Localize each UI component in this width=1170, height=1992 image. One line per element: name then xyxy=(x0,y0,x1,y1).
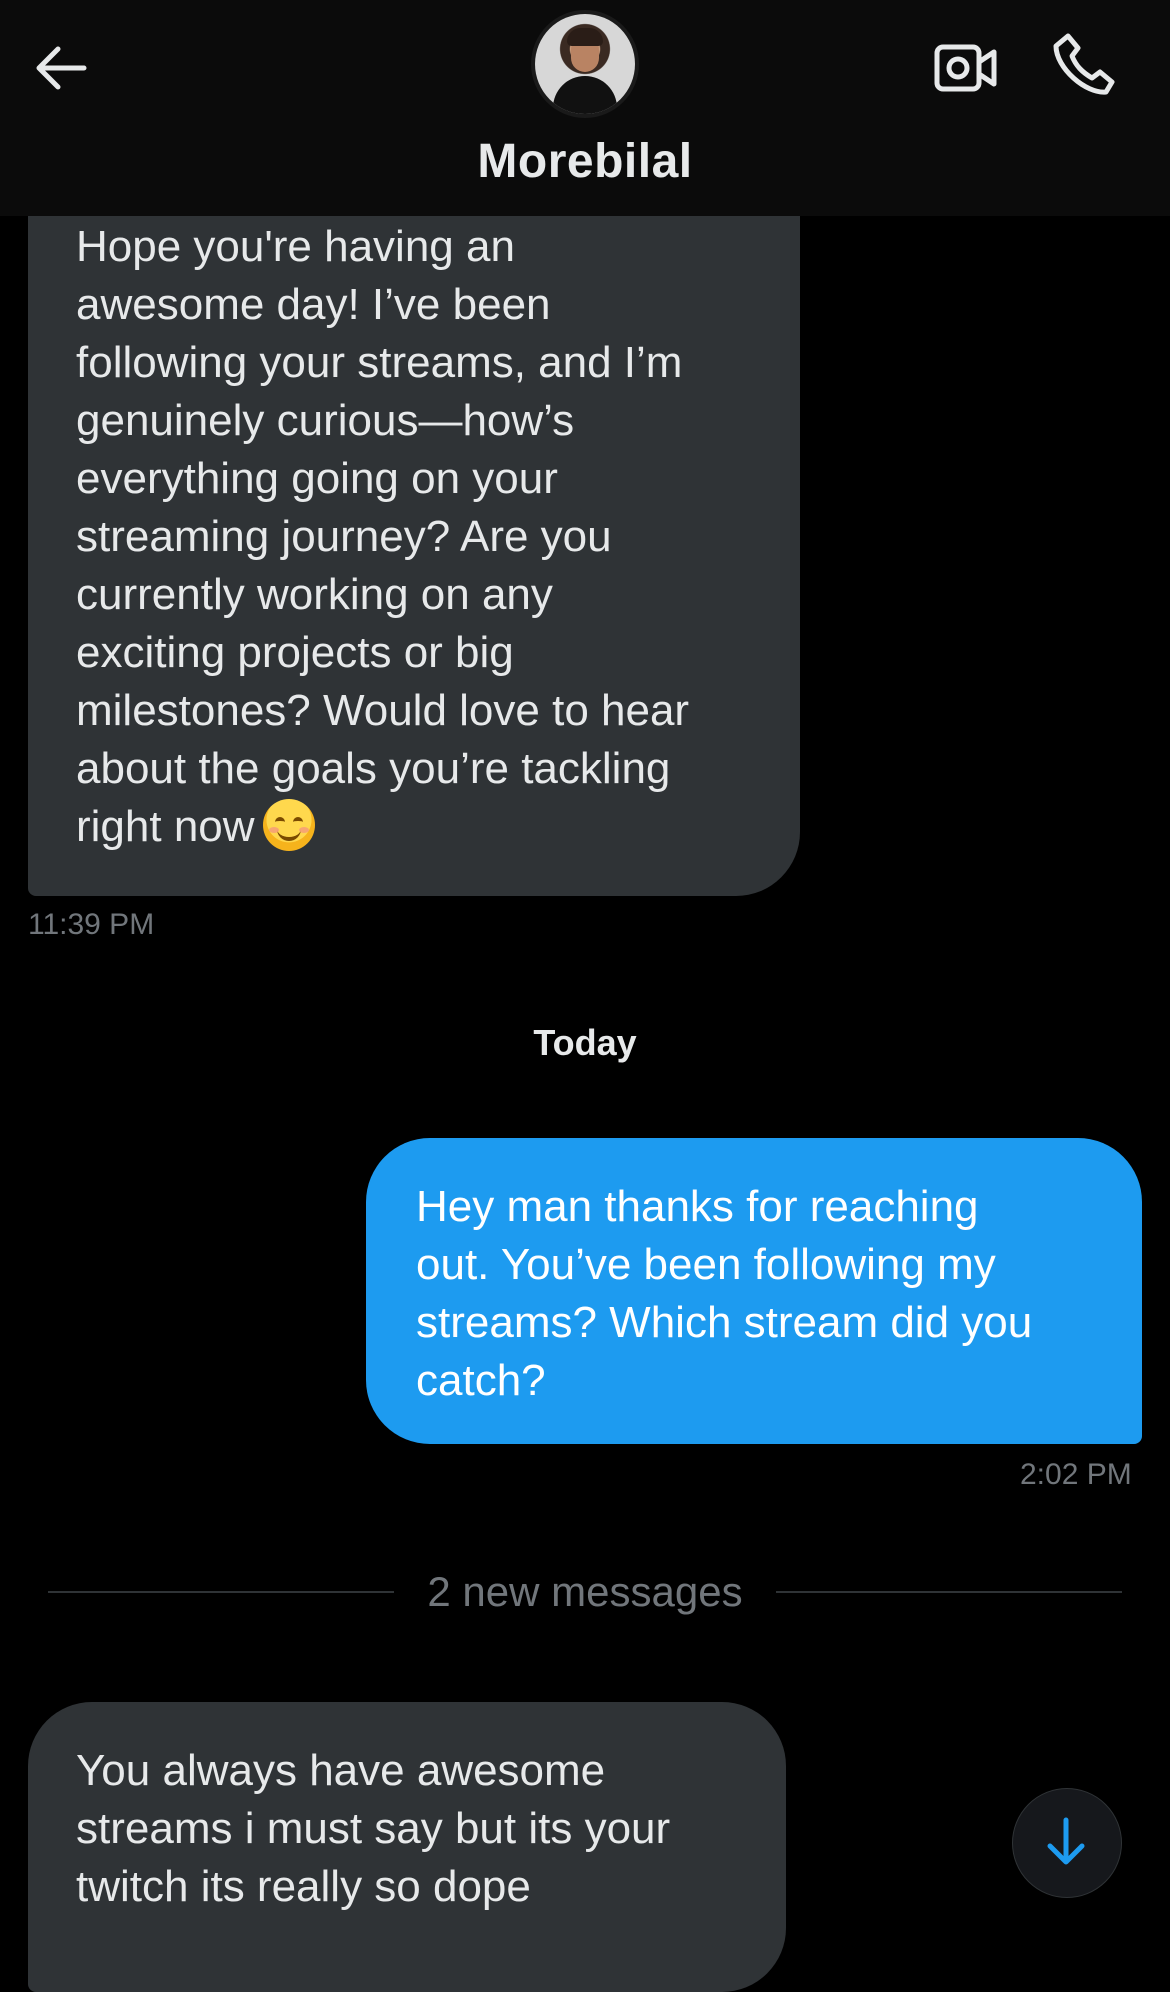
divider-line xyxy=(776,1591,1122,1593)
message-line: Hope you're having an xyxy=(76,222,515,271)
message-line: following your streams, and I’m xyxy=(76,338,683,387)
incoming-message-bubble[interactable]: Hope you're having an awesome day! I’ve … xyxy=(28,150,800,896)
message-line: catch? xyxy=(416,1356,546,1405)
video-camera-icon xyxy=(934,44,997,92)
contact-avatar[interactable] xyxy=(535,14,635,114)
message-line: everything going on your xyxy=(76,454,558,503)
new-messages-divider: 2 new messages xyxy=(0,1560,1170,1620)
message-line: milestones? Would love to hear xyxy=(76,686,690,735)
message-line: exciting projects or big xyxy=(76,628,514,677)
smiling-face-emoji xyxy=(262,799,315,851)
message-line: streams i must say but its your xyxy=(76,1804,671,1853)
voice-call-button[interactable] xyxy=(1052,32,1116,98)
message-line: genuinely curious—how’s xyxy=(76,396,575,445)
conversation-header: Morebilal xyxy=(0,0,1170,216)
contact-name[interactable]: Morebilal xyxy=(0,134,1170,189)
message-line-with-emoji: right now xyxy=(76,798,752,856)
message-line: streaming journey? Are you xyxy=(76,512,612,561)
phone-icon xyxy=(1053,33,1115,95)
message-line: awesome day! I’ve been xyxy=(76,280,551,329)
back-button[interactable] xyxy=(30,36,94,100)
arrow-down-icon xyxy=(1047,1817,1085,1865)
incoming-message-bubble[interactable]: You always have awesome streams i must s… xyxy=(28,1702,786,1992)
video-call-button[interactable] xyxy=(934,38,998,98)
arrow-left-icon xyxy=(36,46,87,90)
message-timestamp: 11:39 PM xyxy=(28,908,155,941)
message-line: twitch its really so dope xyxy=(76,1862,531,1911)
message-line: about the goals you’re tackling xyxy=(76,744,671,793)
message-line: You always have awesome xyxy=(76,1746,606,1795)
day-divider: Today xyxy=(533,1022,637,1063)
message-line: streams? Which stream did you xyxy=(416,1298,1033,1347)
outgoing-message-bubble[interactable]: Hey man thanks for reaching out. You’ve … xyxy=(366,1138,1142,1444)
message-line: currently working on any xyxy=(76,570,553,619)
message-line: right now xyxy=(76,802,255,851)
message-timestamp: 2:02 PM xyxy=(1020,1458,1132,1491)
scroll-to-bottom-button[interactable] xyxy=(1012,1788,1122,1898)
message-line: out. You’ve been following my xyxy=(416,1240,996,1289)
message-line: Hey man thanks for reaching xyxy=(416,1182,979,1231)
